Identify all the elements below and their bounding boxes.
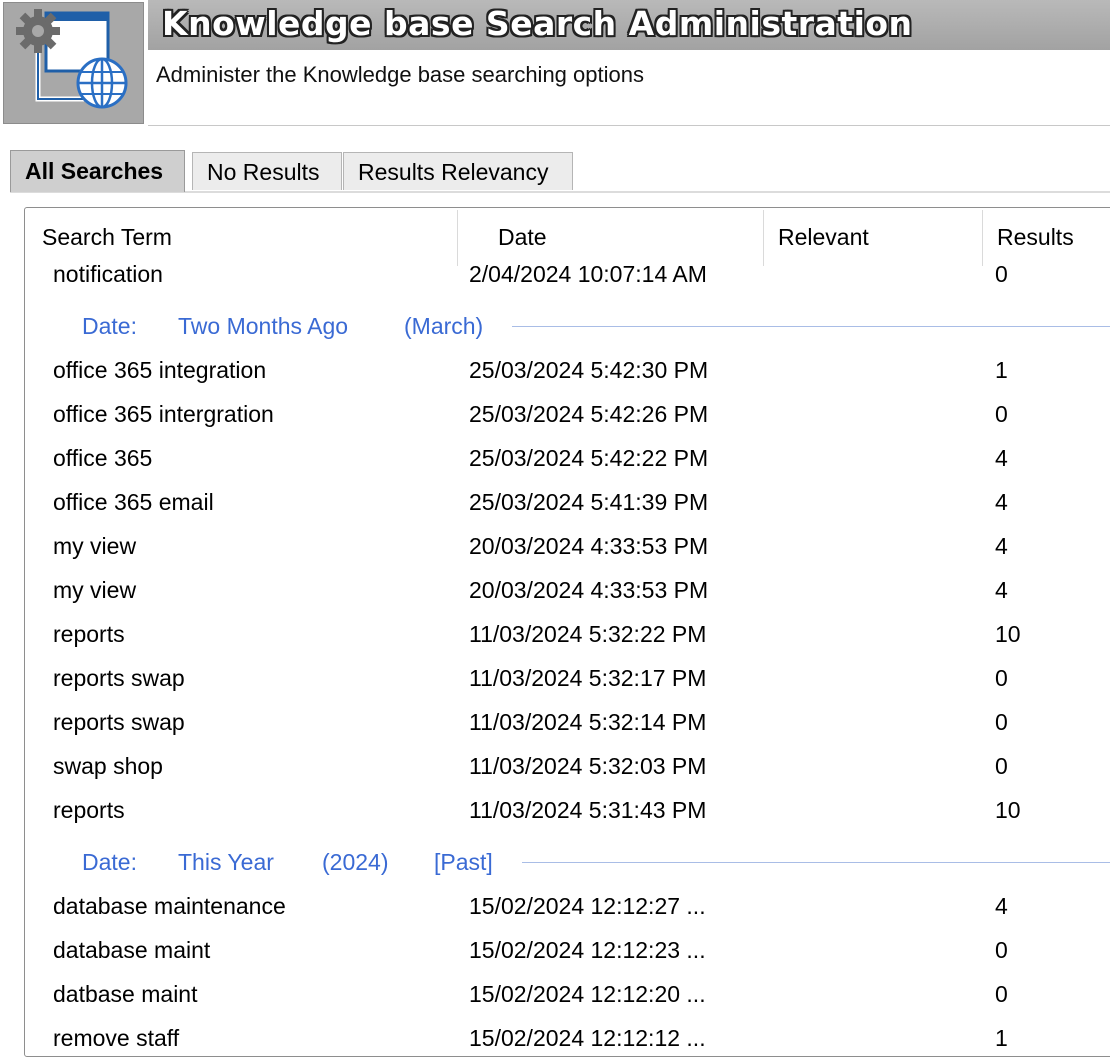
search-term-cell: remove staff: [53, 1025, 180, 1051]
search-term-cell: office 365: [53, 445, 153, 471]
search-term-cell: my view: [53, 533, 137, 559]
results-cell: 4: [995, 489, 1008, 515]
search-term-cell: reports: [53, 797, 125, 823]
table-row[interactable]: database maint 15/02/2024 12:12:23 ... 0: [25, 928, 1110, 972]
group-divider-line: [522, 862, 1110, 863]
table-row[interactable]: office 365 25/03/2024 5:42:22 PM 4: [25, 436, 1110, 480]
group-header-row[interactable]: Date: This Year (2024) [Past]: [25, 840, 1110, 884]
search-term-cell: reports: [53, 621, 125, 647]
search-term-cell: office 365 integration: [53, 357, 267, 383]
date-cell: 15/02/2024 12:12:27 ...: [469, 893, 706, 919]
page-subtitle: Administer the Knowledge base searching …: [156, 62, 644, 87]
group-detail: (2024): [322, 849, 389, 875]
search-term-cell: reports swap: [53, 709, 185, 735]
date-cell: 11/03/2024 5:32:22 PM: [469, 621, 707, 647]
results-cell: 10: [995, 621, 1021, 647]
date-cell: 11/03/2024 5:32:03 PM: [469, 753, 707, 779]
table-row[interactable]: my view 20/03/2024 4:33:53 PM 4: [25, 568, 1110, 612]
search-term-cell: datbase maint: [53, 981, 198, 1007]
group-header-row[interactable]: Date: Two Months Ago (March): [25, 304, 1110, 348]
date-cell: 20/03/2024 4:33:53 PM: [469, 577, 709, 603]
table-row[interactable]: my view 20/03/2024 4:33:53 PM 4: [25, 524, 1110, 568]
table-row[interactable]: office 365 integration 25/03/2024 5:42:30…: [25, 348, 1110, 392]
group-divider-line: [512, 326, 1110, 327]
group-prefix: Date:: [82, 849, 137, 875]
search-term-cell: database maint: [53, 937, 211, 963]
results-cell: 0: [995, 937, 1008, 963]
admin-settings-globe-icon: [3, 2, 144, 124]
results-cell: 10: [995, 797, 1021, 823]
tab-results-relevancy[interactable]: Results Relevancy: [343, 152, 573, 190]
table-row[interactable]: office 365 intergration 25/03/2024 5:42:2…: [25, 392, 1110, 436]
date-cell: 25/03/2024 5:41:39 PM: [469, 489, 709, 515]
results-cell: 0: [995, 401, 1008, 427]
search-term-cell: office 365 email: [53, 489, 214, 515]
search-term-cell: my view: [53, 577, 137, 603]
search-term-cell: notification: [53, 261, 163, 287]
date-cell: 11/03/2024 5:32:14 PM: [469, 709, 707, 735]
tab-no-results[interactable]: No Results: [192, 152, 342, 190]
results-cell: 4: [995, 533, 1008, 559]
table-row[interactable]: reports swap 11/03/2024 5:32:17 PM 0: [25, 656, 1110, 700]
search-term-cell: swap shop: [53, 753, 163, 779]
group-name: Two Months Ago: [178, 313, 349, 339]
results-cell: 4: [995, 445, 1008, 471]
results-cell: 0: [995, 753, 1008, 779]
results-cell: 1: [995, 1025, 1008, 1051]
date-cell: 25/03/2024 5:42:22 PM: [469, 445, 709, 471]
group-detail: (March): [404, 313, 484, 339]
table-row[interactable]: reports swap 11/03/2024 5:32:14 PM 0: [25, 700, 1110, 744]
date-cell: 15/02/2024 12:12:20 ...: [469, 981, 706, 1007]
results-cell: 0: [995, 709, 1008, 735]
date-cell: 15/02/2024 12:12:23 ...: [469, 937, 706, 963]
results-cell: 0: [995, 981, 1008, 1007]
table-row[interactable]: reports 11/03/2024 5:31:43 PM 10: [25, 788, 1110, 832]
results-cell: 4: [995, 893, 1008, 919]
page-title: Knowledge base Search Administration: [162, 4, 913, 43]
table-row[interactable]: office 365 email 25/03/2024 5:41:39 PM 4: [25, 480, 1110, 524]
table-row[interactable]: reports 11/03/2024 5:32:22 PM 10: [25, 612, 1110, 656]
group-name: This Year: [178, 849, 274, 875]
results-cell: 0: [995, 665, 1008, 691]
results-cell: 1: [995, 357, 1008, 383]
table-row[interactable]: datbase maint 15/02/2024 12:12:20 ... 0: [25, 972, 1110, 1016]
search-term-cell: office 365 intergration: [53, 401, 274, 427]
group-extra: [Past]: [434, 849, 493, 875]
date-cell: 11/03/2024 5:32:17 PM: [469, 665, 707, 691]
date-cell: 11/03/2024 5:31:43 PM: [469, 797, 707, 823]
table-row[interactable]: notification 2/04/2024 10:07:14 AM 0: [25, 252, 1110, 296]
date-cell: 15/02/2024 12:12:12 ...: [469, 1025, 706, 1051]
header-divider: [148, 125, 1110, 126]
search-term-cell: database maintenance: [53, 893, 286, 919]
date-cell: 20/03/2024 4:33:53 PM: [469, 533, 709, 559]
tab-bar: All Searches No Results Results Relevanc…: [10, 150, 1110, 192]
page-header: Knowledge base Search Administration Adm…: [0, 0, 1110, 130]
search-term-cell: reports swap: [53, 665, 185, 691]
title-band: Knowledge base Search Administration: [148, 0, 1110, 50]
group-prefix: Date:: [82, 313, 137, 339]
searches-grid[interactable]: Search Term Date Relevant Results notifi…: [24, 207, 1110, 1057]
table-row[interactable]: swap shop 11/03/2024 5:32:03 PM 0: [25, 744, 1110, 788]
tab-all-searches[interactable]: All Searches: [10, 150, 185, 192]
results-cell: 4: [995, 577, 1008, 603]
results-cell: 0: [995, 261, 1008, 287]
date-cell: 25/03/2024 5:42:30 PM: [469, 357, 709, 383]
table-row[interactable]: remove staff 15/02/2024 12:12:12 ... 1: [25, 1016, 1110, 1056]
date-cell: 2/04/2024 10:07:14 AM: [469, 261, 707, 287]
table-row[interactable]: database maintenance 15/02/2024 12:12:27 …: [25, 884, 1110, 928]
date-cell: 25/03/2024 5:42:26 PM: [469, 401, 709, 427]
